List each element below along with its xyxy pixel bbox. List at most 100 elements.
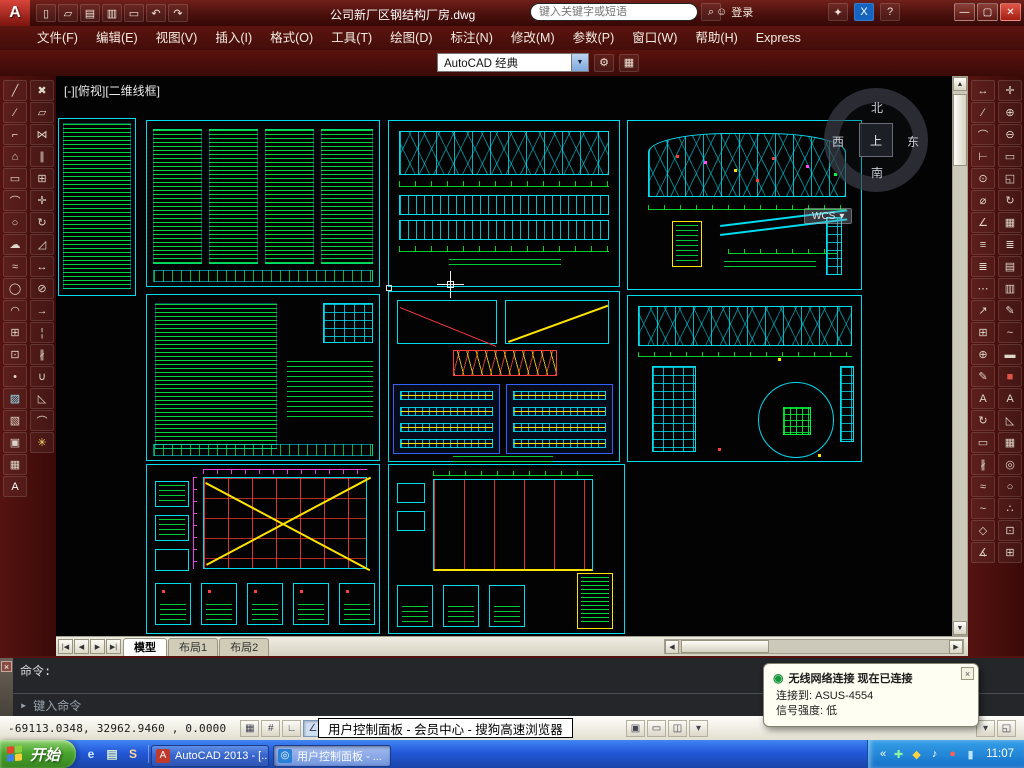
horizontal-scrollbar[interactable]: ◀ ▶	[664, 639, 964, 654]
tab-next-button[interactable]: ▶	[90, 639, 105, 654]
status-menu-arrow-icon[interactable]: ▾	[976, 720, 995, 737]
redo-icon[interactable]: ↷	[168, 4, 188, 22]
center-mark-icon[interactable]: ⊕	[971, 344, 995, 365]
arc-length-icon[interactable]: ⌒	[971, 124, 995, 145]
menu-format[interactable]: 格式(O)	[261, 26, 322, 50]
compass-west-label[interactable]: 西	[832, 133, 844, 150]
vertical-scroll-thumb[interactable]	[953, 94, 967, 166]
view-compass[interactable]: 北 西 东 南 上	[824, 88, 928, 192]
hatch-icon[interactable]: ▨	[3, 388, 27, 409]
menu-view[interactable]: 视图(V)	[147, 26, 207, 50]
arc-icon[interactable]: ⌒	[3, 190, 27, 211]
baseline-dimension-icon[interactable]: ≣	[971, 256, 995, 277]
diameter-dimension-icon[interactable]: ⌀	[971, 190, 995, 211]
angular-dimension-icon[interactable]: ∠	[971, 212, 995, 233]
zoom-out-icon[interactable]: ⊖	[998, 124, 1022, 145]
scale-icon[interactable]: ◿	[30, 234, 54, 255]
named-views-icon[interactable]: ▦	[998, 212, 1022, 233]
scroll-left-icon[interactable]: ◀	[665, 640, 679, 654]
ordinate-dimension-icon[interactable]: ⊢	[971, 146, 995, 167]
clean-screen-icon[interactable]: ◱	[997, 720, 1016, 737]
table-style-icon[interactable]: ▦	[998, 432, 1022, 453]
menu-insert[interactable]: 插入(I)	[206, 26, 261, 50]
polyline-icon[interactable]: ⌐	[3, 124, 27, 145]
angular-jog-icon[interactable]: ∡	[971, 542, 995, 563]
dimension-style-icon[interactable]: ▭	[971, 432, 995, 453]
fillet-icon[interactable]: ⌒	[30, 410, 54, 431]
multileader-icon[interactable]: ↗	[971, 300, 995, 321]
inspection-dimension-icon[interactable]: ◇	[971, 520, 995, 541]
workspace-dropdown[interactable]: AutoCAD 经典 ▼	[437, 53, 589, 72]
line-icon[interactable]: ╱	[3, 80, 27, 101]
close-icon[interactable]: ×	[1, 661, 12, 672]
region-icon[interactable]: ▣	[3, 432, 27, 453]
tray-input-method-icon[interactable]: ◆	[910, 748, 923, 761]
move-icon[interactable]: ✛	[30, 190, 54, 211]
dimension-update-icon[interactable]: ↻	[971, 410, 995, 431]
plot-icon[interactable]: ▥	[102, 4, 122, 22]
trim-icon[interactable]: ⊘	[30, 278, 54, 299]
erase-icon[interactable]: ✖	[30, 80, 54, 101]
explode-icon[interactable]: ✳	[30, 432, 54, 453]
autocad-logo-icon[interactable]: A	[0, 0, 30, 26]
table-icon[interactable]: ▦	[3, 454, 27, 475]
extend-icon[interactable]: →	[30, 300, 54, 321]
menu-window[interactable]: 窗口(W)	[623, 26, 686, 50]
quicklaunch-sogou-icon[interactable]: S	[124, 745, 142, 763]
copy-icon[interactable]: ▱	[30, 102, 54, 123]
menu-modify[interactable]: 修改(M)	[502, 26, 564, 50]
task-user-panel[interactable]: ◎用户控制面板 - ...	[273, 745, 391, 767]
rectangle-icon[interactable]: ▭	[3, 168, 27, 189]
scroll-up-icon[interactable]: ▲	[953, 77, 967, 91]
close-icon[interactable]: ×	[961, 667, 974, 680]
jogged-dimension-icon[interactable]: ~	[971, 498, 995, 519]
linetype-icon[interactable]: ~	[998, 322, 1022, 343]
orbit-icon[interactable]: ↻	[998, 190, 1022, 211]
multiline-text-icon[interactable]: A	[3, 476, 27, 497]
layout-space-button[interactable]: ▭	[647, 720, 666, 737]
polygon-icon[interactable]: ⌂	[3, 146, 27, 167]
dimension-space-icon[interactable]: ≈	[971, 476, 995, 497]
command-window-grip[interactable]: ×	[0, 658, 13, 716]
dimension-edit-icon[interactable]: ✎	[971, 366, 995, 387]
linear-dimension-icon[interactable]: ↔	[971, 80, 995, 101]
ortho-toggle[interactable]: ∟	[282, 720, 301, 737]
tolerance-icon[interactable]: ⊞	[971, 322, 995, 343]
make-block-icon[interactable]: ⊡	[3, 344, 27, 365]
group-icon[interactable]: ◎	[998, 454, 1022, 475]
menu-draw[interactable]: 绘图(D)	[381, 26, 441, 50]
break-at-point-icon[interactable]: ¦	[30, 322, 54, 343]
tab-last-button[interactable]: ▶|	[106, 639, 121, 654]
ellipse-icon[interactable]: ◯	[3, 278, 27, 299]
menu-help[interactable]: 帮助(H)	[686, 26, 746, 50]
circle-icon[interactable]: ○	[3, 212, 27, 233]
scroll-down-icon[interactable]: ▼	[953, 621, 967, 635]
tab-model[interactable]: 模型	[123, 638, 167, 656]
print-preview-icon[interactable]: ▭	[124, 4, 144, 22]
exchange-apps-icon[interactable]: X	[854, 3, 874, 21]
annotation-scale-icon[interactable]: ▾	[689, 720, 708, 737]
compass-south-label[interactable]: 南	[871, 164, 883, 181]
compass-north-label[interactable]: 北	[871, 99, 883, 116]
chevron-down-icon[interactable]: ▼	[571, 54, 588, 71]
ungroup-icon[interactable]: ○	[998, 476, 1022, 497]
tray-volume-icon[interactable]: ♪	[928, 748, 941, 761]
quick-view-layouts-icon[interactable]: ◫	[668, 720, 687, 737]
gear-icon[interactable]: ⚙	[594, 54, 614, 72]
search-input[interactable]	[530, 3, 698, 21]
close-button[interactable]: ✕	[1000, 3, 1021, 21]
layers-icon[interactable]: ≣	[998, 234, 1022, 255]
zoom-window-icon[interactable]: ▭	[998, 146, 1022, 167]
lineweight-icon[interactable]: ▬	[998, 344, 1022, 365]
quicklaunch-browser-icon[interactable]: e	[82, 745, 100, 763]
stretch-icon[interactable]: ↔	[30, 256, 54, 277]
construction-line-icon[interactable]: ∕	[3, 102, 27, 123]
open-folder-icon[interactable]: ▱	[58, 4, 78, 22]
dimension-break-icon[interactable]: ∦	[971, 454, 995, 475]
offset-icon[interactable]: ∥	[30, 146, 54, 167]
tab-first-button[interactable]: |◀	[58, 639, 73, 654]
quick-dimension-icon[interactable]: ≡	[971, 234, 995, 255]
pan-icon[interactable]: ✛	[998, 80, 1022, 101]
revision-cloud-icon[interactable]: ☁	[3, 234, 27, 255]
aligned-dimension-icon[interactable]: ∕	[971, 102, 995, 123]
